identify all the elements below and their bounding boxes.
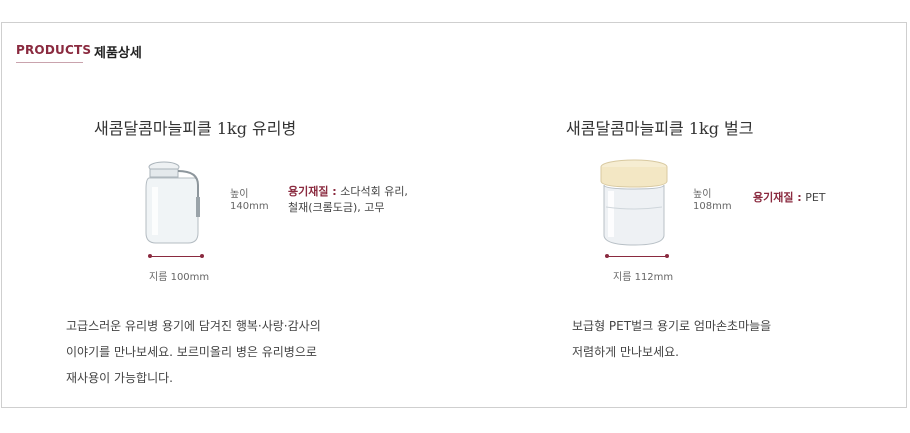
height-label: 높이 (230, 189, 249, 200)
material-label: 용기재질 : (288, 185, 337, 198)
height-info: 높이 140mm (230, 189, 269, 213)
product-title: 새콤달콤마늘피클 1kg 벌크 (566, 119, 754, 138)
section-label-en: PRODUCTS (16, 43, 92, 57)
diameter-label: 지름 100mm (149, 272, 210, 283)
material-value-line1: PET (805, 191, 826, 204)
description-line: 보급형 PET벌크 용기로 엄마손초마늘을 (572, 319, 772, 333)
height-label: 높이 (693, 189, 712, 200)
diameter-arrow (605, 254, 669, 258)
description-line: 재사용이 가능합니다. (66, 371, 173, 385)
material-info: 용기재질 : 소다석회 유리, 철재(크롬도금), 고무 (288, 184, 408, 216)
product-description: 보급형 PET벌크 용기로 엄마손초마늘을 저렴하게 만나보세요. (572, 313, 771, 365)
product-description: 고급스러운 유리병 용기에 담겨진 행복·사랑·감사의 이야기를 만나보세요. … (66, 313, 321, 391)
product-title: 새콤달콤마늘피클 1kg 유리병 (94, 119, 297, 138)
pet-jar-image (598, 159, 674, 247)
description-line: 이야기를 만나보세요. 보르미올리 병은 유리병으로 (66, 345, 317, 359)
glass-jar-image (140, 157, 206, 245)
height-value: 140mm (230, 201, 269, 212)
diameter-arrow (148, 254, 204, 258)
material-value-line1: 소다석회 유리, (340, 185, 408, 198)
description-line: 고급스러운 유리병 용기에 담겨진 행복·사랑·감사의 (66, 319, 321, 333)
product-detail-panel: PRODUCTS 제품상세 새콤달콤마늘피클 1kg 유리병 높이 140mm … (1, 22, 907, 408)
material-value-line2: 철재(크롬도금), 고무 (288, 201, 385, 214)
height-info: 높이 108mm (693, 189, 732, 213)
section-label-ko: 제품상세 (94, 46, 142, 61)
material-info: 용기재질 : PET (753, 190, 826, 206)
description-line: 저렴하게 만나보세요. (572, 345, 679, 359)
material-label: 용기재질 : (753, 191, 802, 204)
diameter-label: 지름 112mm (613, 272, 674, 283)
section-underline (16, 62, 83, 63)
height-value: 108mm (693, 201, 732, 212)
